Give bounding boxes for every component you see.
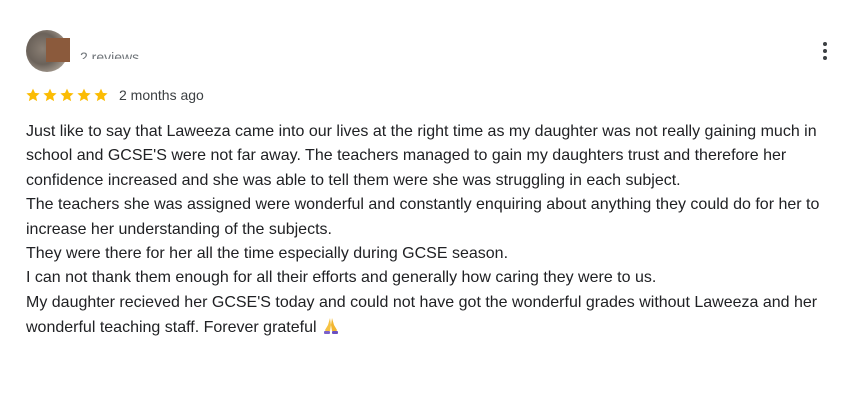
star-icon xyxy=(60,88,74,102)
more-vert-icon-dot xyxy=(823,56,827,60)
review-card: 2 reviews 2 months ago Just like to say … xyxy=(0,0,865,401)
review-paragraph: I can not thank them enough for all thei… xyxy=(26,269,657,287)
reviewer-review-count: 2 reviews xyxy=(80,50,140,59)
review-paragraph: They were there for her all the time esp… xyxy=(26,245,509,263)
review-paragraph: My daughter recieved her GCSE'S today an… xyxy=(26,293,818,337)
more-options-button[interactable] xyxy=(812,38,838,64)
review-date: 2 months ago xyxy=(119,87,204,103)
rating-row: 2 months ago xyxy=(25,85,204,105)
review-paragraph-last: My daughter recieved her GCSE'S today an… xyxy=(26,291,846,341)
star-icon xyxy=(43,88,57,102)
star-icon xyxy=(26,88,40,102)
review-paragraph: Just like to say that Laweeza came into … xyxy=(26,123,817,189)
review-paragraph: The teachers she was assigned were wonde… xyxy=(26,196,820,238)
avatar-redaction xyxy=(46,38,70,62)
more-vert-icon-dot xyxy=(823,49,827,53)
star-rating xyxy=(25,87,109,103)
review-text: Just like to say that Laweeza came into … xyxy=(26,120,846,341)
folded-hands-icon xyxy=(323,318,338,335)
more-vert-icon xyxy=(823,42,827,46)
star-icon xyxy=(94,88,108,102)
star-icon xyxy=(77,88,91,102)
